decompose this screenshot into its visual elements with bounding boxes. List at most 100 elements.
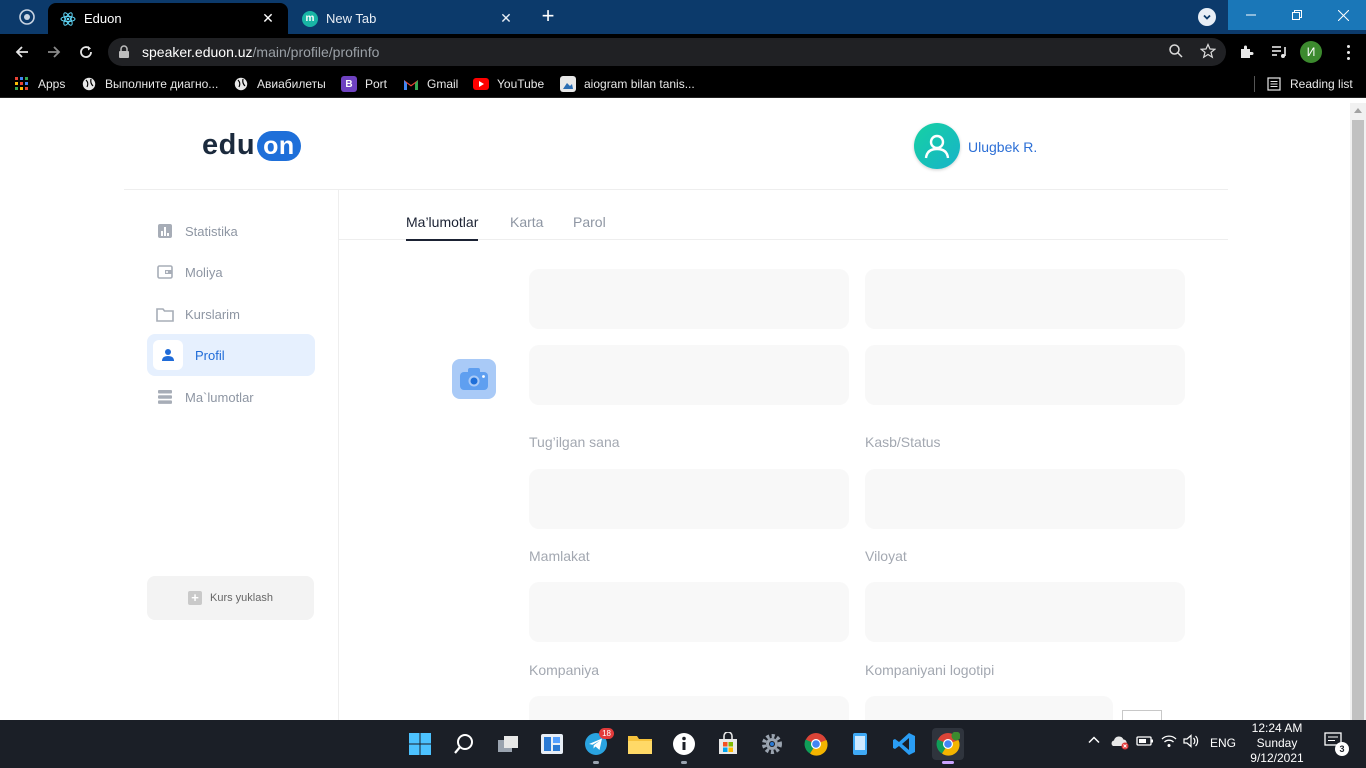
task-view-icon[interactable] bbox=[492, 728, 524, 760]
back-arrow-icon[interactable] bbox=[10, 40, 34, 64]
new-tab-favicon-icon: m bbox=[302, 10, 318, 27]
clock-date: 9/12/2021 bbox=[1250, 751, 1304, 765]
tab-list-chevron-icon[interactable] bbox=[1198, 8, 1216, 26]
region-field[interactable] bbox=[865, 582, 1185, 642]
telegram-icon[interactable]: 18 bbox=[580, 728, 614, 764]
browser-tab-eduon[interactable]: Eduon ✕ bbox=[48, 3, 288, 34]
user-avatar[interactable] bbox=[914, 123, 960, 169]
upload-photo-button[interactable] bbox=[452, 359, 496, 399]
new-tab-plus-icon[interactable]: + bbox=[536, 5, 560, 29]
list-icon bbox=[153, 385, 177, 409]
battery-icon[interactable] bbox=[1136, 734, 1154, 751]
lock-icon[interactable] bbox=[118, 45, 130, 64]
tray-chevron-up-icon[interactable] bbox=[1088, 734, 1100, 749]
company-logo-label: Kompaniyani logotipi bbox=[865, 662, 995, 678]
settings-gear-icon[interactable] bbox=[756, 728, 788, 760]
phone-field[interactable] bbox=[865, 345, 1185, 405]
sidebar-item-malumotlar[interactable]: Ma`lumotlar bbox=[147, 376, 315, 418]
bookmark-port[interactable]: B Port bbox=[341, 75, 387, 93]
onedrive-error-icon[interactable] bbox=[1110, 734, 1130, 753]
close-tab-icon[interactable]: ✕ bbox=[496, 9, 516, 29]
logo-text: edu bbox=[202, 129, 256, 161]
sidebar-item-label: Moliya bbox=[185, 264, 223, 280]
windows-start-icon[interactable] bbox=[404, 728, 436, 760]
reload-icon[interactable] bbox=[74, 40, 98, 64]
country-field[interactable] bbox=[529, 582, 849, 642]
vscode-icon[interactable] bbox=[888, 728, 920, 760]
bookmark-gmail[interactable]: Gmail bbox=[403, 75, 458, 93]
tab-parol[interactable]: Parol bbox=[573, 214, 606, 230]
upload-course-label: Kurs yuklash bbox=[210, 592, 273, 604]
notification-center-icon[interactable]: 3 bbox=[1324, 732, 1349, 756]
info-app-icon[interactable] bbox=[668, 728, 700, 764]
sidebar-item-moliya[interactable]: Moliya bbox=[147, 251, 315, 293]
scroll-up-arrow-icon[interactable] bbox=[1354, 108, 1362, 113]
email-field[interactable] bbox=[529, 345, 849, 405]
bookmark-apps[interactable]: Apps bbox=[14, 75, 65, 93]
microsoft-store-icon[interactable] bbox=[712, 728, 744, 760]
bar-chart-icon bbox=[153, 219, 177, 243]
bookmark-label: YouTube bbox=[497, 77, 545, 91]
media-queue-icon[interactable] bbox=[1270, 43, 1290, 63]
restore-window-icon[interactable] bbox=[1274, 0, 1320, 30]
extensions-puzzle-icon[interactable] bbox=[1238, 43, 1258, 63]
profession-field[interactable] bbox=[865, 469, 1185, 529]
input-language[interactable]: ENG bbox=[1210, 736, 1236, 750]
phone-app-icon[interactable] bbox=[844, 728, 876, 760]
user-name[interactable]: Ulugbek R. bbox=[968, 139, 1037, 155]
page-scrollbar[interactable] bbox=[1350, 103, 1366, 720]
browser-menu-icon[interactable] bbox=[1338, 42, 1358, 62]
close-window-icon[interactable] bbox=[1320, 0, 1366, 30]
browser-titlebar: Eduon ✕ m New Tab ✕ + bbox=[0, 0, 1366, 34]
profile-tabs: Ma’lumotlar Karta Parol bbox=[339, 190, 1228, 241]
taskbar-search-icon[interactable] bbox=[448, 728, 480, 760]
eduon-logo[interactable]: edu on bbox=[202, 129, 301, 162]
close-tab-icon[interactable]: ✕ bbox=[258, 9, 278, 29]
scrollbar-thumb[interactable] bbox=[1352, 120, 1364, 720]
birth-date-field[interactable] bbox=[529, 469, 849, 529]
bookmark-aviabilety[interactable]: Авиабилеты bbox=[233, 75, 326, 93]
profile-avatar-icon[interactable]: И bbox=[1300, 41, 1322, 63]
bootstrap-icon: B bbox=[341, 76, 357, 92]
file-explorer-icon[interactable] bbox=[624, 728, 656, 760]
sidebar-item-kurslarim[interactable]: Kurslarim bbox=[147, 293, 315, 335]
zoom-search-icon[interactable] bbox=[1168, 43, 1186, 61]
tab-search-icon[interactable] bbox=[14, 6, 40, 28]
bookmark-label: Gmail bbox=[427, 77, 459, 91]
sidebar-item-statistika[interactable]: Statistika bbox=[147, 210, 315, 252]
bookmark-diagnostics[interactable]: Выполните диагно... bbox=[81, 75, 218, 93]
chrome-icon[interactable] bbox=[800, 728, 832, 760]
minimize-window-icon[interactable] bbox=[1228, 0, 1274, 30]
forward-arrow-icon[interactable] bbox=[42, 40, 66, 64]
reading-list-button[interactable]: Reading list bbox=[1266, 75, 1353, 93]
wallet-icon bbox=[153, 260, 177, 284]
url-text[interactable]: speaker.eduon.uz/main/profile/profinfo bbox=[142, 44, 379, 60]
company-logo-image bbox=[1122, 710, 1162, 720]
clock-time: 12:24 AM bbox=[1251, 721, 1303, 735]
last-name-field[interactable] bbox=[865, 269, 1185, 329]
bookmark-youtube[interactable]: YouTube bbox=[473, 75, 544, 93]
first-name-field[interactable] bbox=[529, 269, 849, 329]
tab-karta[interactable]: Karta bbox=[510, 214, 543, 230]
bookmark-aiogram[interactable]: aiogram bilan tanis... bbox=[560, 75, 695, 93]
volume-icon[interactable] bbox=[1183, 734, 1201, 751]
youtube-icon bbox=[473, 76, 489, 92]
sidebar-item-profil[interactable]: Profil bbox=[147, 334, 315, 376]
bookmark-star-icon[interactable] bbox=[1199, 43, 1218, 61]
folder-icon bbox=[153, 302, 177, 326]
react-icon bbox=[60, 11, 76, 27]
tab-malumotlar[interactable]: Ma’lumotlar bbox=[406, 214, 479, 241]
apps-grid-icon bbox=[14, 76, 30, 92]
profession-label: Kasb/Status bbox=[865, 434, 941, 450]
browser-tab-new[interactable]: m New Tab ✕ bbox=[290, 3, 526, 34]
system-clock[interactable]: 12:24 AM Sunday 9/12/2021 bbox=[1248, 721, 1306, 766]
chrome-profile-icon[interactable] bbox=[932, 728, 964, 764]
company-logo-field[interactable] bbox=[865, 696, 1113, 720]
address-bar[interactable]: speaker.eduon.uz/main/profile/profinfo bbox=[108, 38, 1226, 66]
widgets-icon[interactable] bbox=[536, 728, 568, 760]
site-header: edu on Ulugbek R. bbox=[124, 103, 1228, 190]
upload-course-button[interactable]: + Kurs yuklash bbox=[147, 576, 314, 620]
bookmark-label: aiogram bilan tanis... bbox=[584, 77, 695, 91]
wifi-icon[interactable] bbox=[1161, 734, 1177, 751]
company-field[interactable] bbox=[529, 696, 849, 720]
